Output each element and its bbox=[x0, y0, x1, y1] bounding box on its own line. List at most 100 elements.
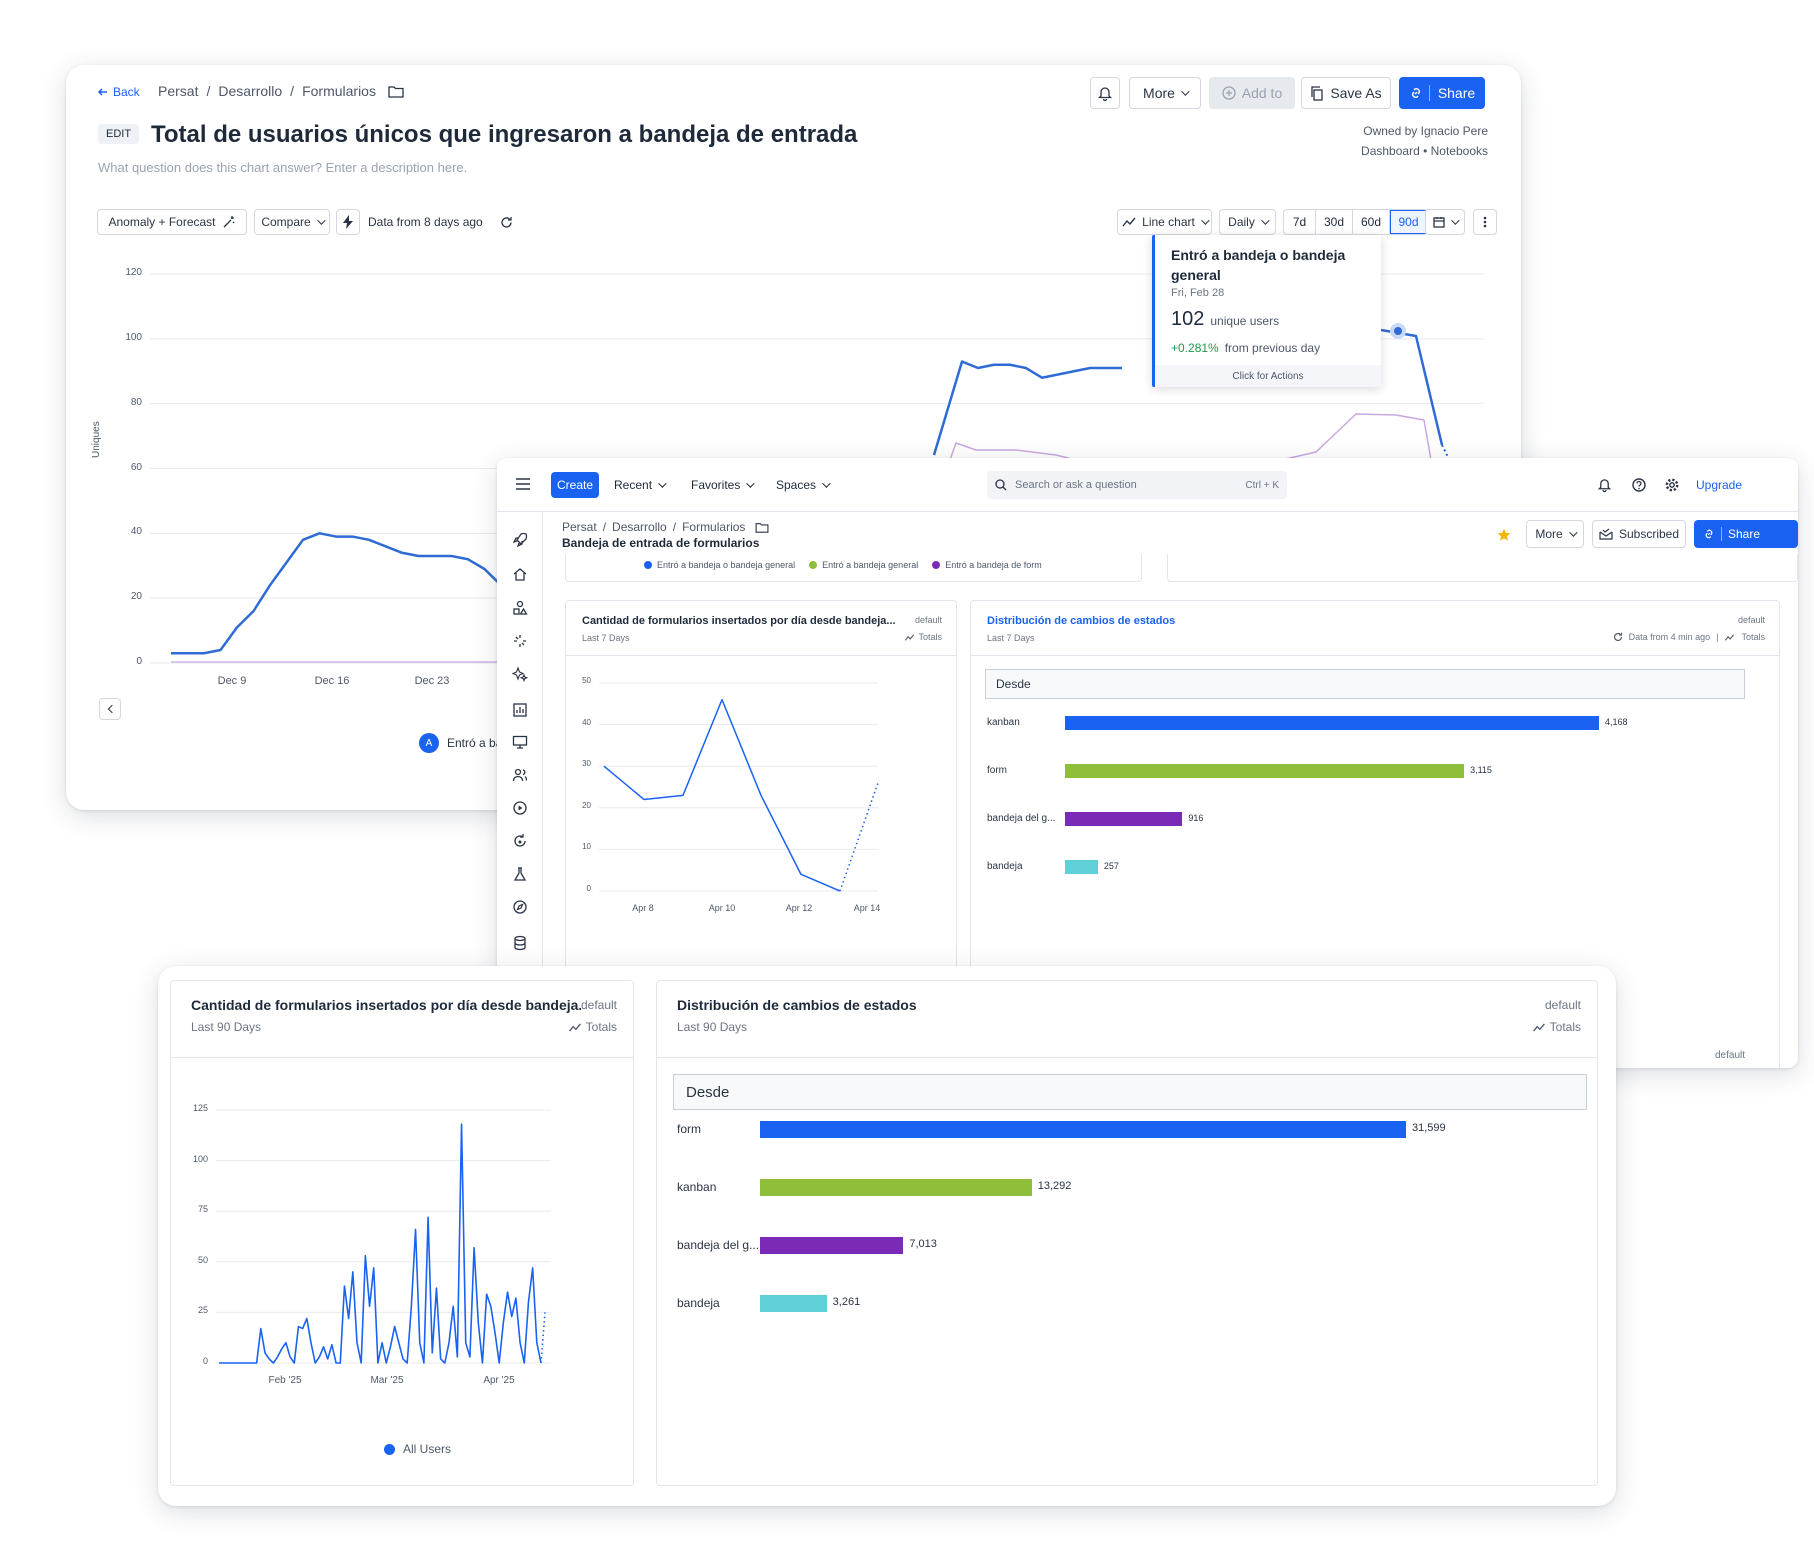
forecast-line[interactable] bbox=[540, 1312, 546, 1364]
nav-favorites[interactable]: Favorites bbox=[691, 478, 756, 492]
breadcrumb-item[interactable]: Desarrollo bbox=[612, 520, 667, 534]
y-tick-label: 40 bbox=[130, 526, 142, 538]
bar-category-label: form bbox=[987, 765, 1007, 776]
database-icon[interactable] bbox=[512, 935, 528, 951]
chart-tooltip[interactable]: Entró a bandeja o bandeja general Fri, F… bbox=[1152, 235, 1381, 387]
y-tick-label: 50 bbox=[582, 676, 591, 685]
series-line[interactable] bbox=[1380, 328, 1444, 446]
rocket-icon[interactable] bbox=[512, 532, 528, 548]
x-tick-label: Apr '25 bbox=[483, 1375, 515, 1386]
search-input[interactable]: Search or ask a question Ctrl + K bbox=[987, 471, 1287, 499]
bar-value-label: 3,261 bbox=[832, 1296, 861, 1308]
series-line-secondary[interactable] bbox=[933, 360, 1122, 456]
bar-category-label: kanban bbox=[677, 1180, 717, 1194]
bar-chart-icon[interactable] bbox=[512, 702, 528, 718]
folder-icon bbox=[755, 522, 769, 533]
bar[interactable] bbox=[760, 1236, 904, 1254]
default-badge: default bbox=[1715, 1050, 1746, 1061]
compass-icon[interactable] bbox=[512, 899, 528, 915]
bar-value-label: 31,599 bbox=[1412, 1122, 1446, 1134]
y-tick-label: 100 bbox=[192, 1153, 208, 1164]
bar-category-label: bandeja del g... bbox=[677, 1238, 760, 1252]
chart-legend: A Entró a ba bbox=[419, 733, 502, 753]
tooltip-change-suffix: from previous day bbox=[1224, 341, 1321, 355]
bar[interactable] bbox=[1065, 812, 1183, 826]
series-line[interactable] bbox=[932, 360, 1122, 456]
search-icon bbox=[995, 479, 1007, 491]
bar-value-label: 4,168 bbox=[1605, 717, 1628, 727]
dashboard-title[interactable]: Bandeja de entrada de formularios bbox=[562, 536, 759, 550]
bar[interactable] bbox=[1065, 716, 1599, 730]
bar-value-label: 3,115 bbox=[1470, 765, 1492, 775]
home-icon[interactable] bbox=[512, 566, 528, 582]
series-badge: A bbox=[419, 733, 439, 753]
bar[interactable] bbox=[1065, 764, 1465, 778]
cycle-icon[interactable] bbox=[512, 833, 528, 849]
chevron-down-icon bbox=[1568, 528, 1578, 537]
y-tick-label: 25 bbox=[197, 1305, 208, 1316]
bar[interactable] bbox=[760, 1178, 1032, 1196]
dashboard-cards-window: Cantidad de formularios insertados por d… bbox=[158, 966, 1616, 1506]
bar[interactable] bbox=[1065, 860, 1098, 874]
hamburger-menu-icon[interactable] bbox=[516, 478, 530, 490]
tooltip-action[interactable]: Click for Actions bbox=[1155, 365, 1381, 387]
y-tick-label: 120 bbox=[125, 267, 142, 278]
y-tick-label: 0 bbox=[136, 656, 142, 667]
x-tick-label: Dec 16 bbox=[314, 675, 350, 687]
bar[interactable] bbox=[760, 1294, 827, 1312]
monitor-icon[interactable] bbox=[512, 734, 528, 750]
legend-item[interactable]: Entró a bandeja general bbox=[809, 560, 918, 570]
y-tick-label: 60 bbox=[130, 461, 142, 473]
gear-icon[interactable] bbox=[1665, 478, 1679, 492]
bar[interactable] bbox=[760, 1120, 1406, 1138]
ai-stars-icon[interactable] bbox=[511, 666, 529, 683]
sparkle-icon[interactable] bbox=[512, 633, 528, 649]
series-line[interactable] bbox=[603, 698, 841, 892]
x-tick-label: Feb '25 bbox=[268, 1375, 302, 1386]
share-button[interactable]: Share bbox=[1694, 520, 1798, 548]
hover-point[interactable] bbox=[1390, 323, 1406, 339]
play-circle-icon[interactable] bbox=[512, 800, 528, 816]
star-icon[interactable] bbox=[1497, 528, 1511, 542]
bar-chart-card[interactable]: Distribución de cambios de estados defau… bbox=[656, 980, 1598, 1486]
flask-icon[interactable] bbox=[512, 866, 528, 882]
shapes-icon[interactable] bbox=[512, 600, 528, 616]
line-chart-card[interactable]: Cantidad de formularios insertados por d… bbox=[170, 980, 634, 1486]
y-tick-label: 20 bbox=[582, 800, 591, 810]
create-button[interactable]: Create bbox=[551, 472, 599, 498]
bar-value-label: 7,013 bbox=[909, 1238, 937, 1250]
bell-icon[interactable] bbox=[1597, 478, 1612, 493]
chart-legend[interactable]: All Users bbox=[384, 1442, 451, 1456]
x-tick-label: Apr 8 bbox=[632, 903, 654, 913]
tooltip-title: Entró a bandeja o bandeja general bbox=[1171, 247, 1346, 283]
series-line[interactable] bbox=[1280, 413, 1432, 461]
forecast-line[interactable] bbox=[839, 782, 879, 892]
y-tick-label: 50 bbox=[197, 1254, 208, 1265]
legend-item[interactable]: Entró a bandeja de form bbox=[932, 560, 1042, 570]
tooltip-change: +0.281% bbox=[1171, 341, 1219, 355]
more-button[interactable]: More bbox=[1526, 520, 1584, 548]
legend-item[interactable]: Entró a bandeja o bandeja general bbox=[644, 560, 795, 570]
bar-category-label: bandeja bbox=[987, 861, 1023, 872]
subscribed-button[interactable]: Subscribed bbox=[1592, 520, 1686, 548]
tooltip-value: 102 bbox=[1171, 308, 1205, 330]
users-icon[interactable] bbox=[512, 767, 528, 783]
tooltip-unit: unique users bbox=[1210, 314, 1280, 328]
y-tick-label: 100 bbox=[125, 331, 142, 343]
nav-recent[interactable]: Recent bbox=[614, 478, 667, 492]
bar-category-label: bandeja bbox=[677, 1296, 720, 1310]
series-line[interactable] bbox=[171, 532, 535, 655]
chart-legend: Entró a bandeja o bandeja general Entró … bbox=[644, 560, 1042, 570]
y-tick-label: 75 bbox=[197, 1204, 208, 1215]
legend-label[interactable]: Entró a ba bbox=[447, 736, 502, 750]
y-tick-label: 20 bbox=[130, 591, 142, 603]
help-icon[interactable] bbox=[1632, 478, 1646, 492]
upgrade-link[interactable]: Upgrade bbox=[1696, 478, 1742, 492]
breadcrumb-item[interactable]: Formularios bbox=[682, 520, 745, 534]
breadcrumb-item[interactable]: Persat bbox=[562, 520, 597, 534]
bar-chart: form 31,599 kanban 13,292 bandeja del g... 7,… bbox=[657, 981, 1597, 1485]
nav-spaces[interactable]: Spaces bbox=[776, 478, 831, 492]
scroll-left-button[interactable] bbox=[99, 698, 121, 720]
y-tick-label: 10 bbox=[582, 842, 591, 852]
series-line[interactable] bbox=[219, 1123, 542, 1364]
